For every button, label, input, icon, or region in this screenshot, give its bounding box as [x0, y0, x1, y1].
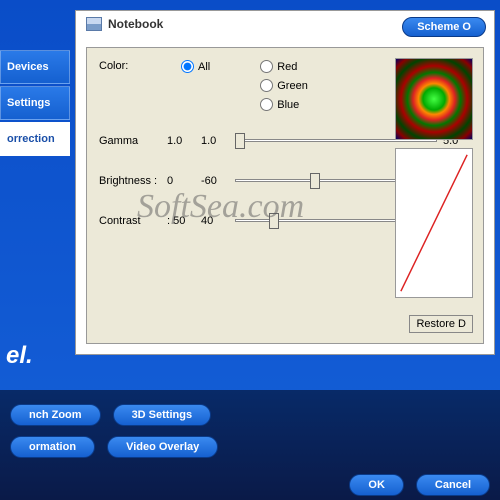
bottom-row-3: OK Cancel [10, 474, 490, 496]
curve-graph [395, 148, 473, 298]
gamma-thumb[interactable] [235, 133, 245, 149]
restore-button[interactable]: Restore D [409, 315, 473, 333]
bottom-bar: nch Zoom 3D Settings ormation Video Over… [0, 390, 500, 500]
scheme-button[interactable]: Scheme O [402, 17, 486, 37]
color-label: Color: [99, 60, 161, 72]
radio-green-label: Green [277, 80, 308, 92]
content-area: SoftSea.com Color: All Red [86, 47, 484, 344]
radio-red-input[interactable] [260, 60, 273, 73]
color-radio-group: Red Green Blue [260, 60, 308, 111]
brightness-value: 0 [167, 175, 195, 187]
radio-green-input[interactable] [260, 79, 273, 92]
radio-blue[interactable]: Blue [260, 98, 308, 111]
brightness-thumb[interactable] [310, 173, 320, 189]
notebook-icon [86, 17, 102, 31]
sidebar-item-correction[interactable]: orrection [0, 122, 70, 156]
ok-button[interactable]: OK [349, 474, 404, 496]
radio-red-label: Red [277, 61, 297, 73]
gamma-label: Gamma [99, 135, 161, 147]
launch-zoom-button[interactable]: nch Zoom [10, 404, 101, 426]
panel-title-text: Notebook [108, 17, 163, 31]
curve-svg [396, 149, 472, 297]
radio-blue-input[interactable] [260, 98, 273, 111]
bottom-row-1: nch Zoom 3D Settings [10, 404, 490, 426]
brightness-label: Brightness : [99, 175, 161, 187]
gamma-value: 1.0 [167, 135, 195, 147]
contrast-min: 40 [201, 215, 229, 227]
sidebar: Devices Settings orrection [0, 50, 70, 158]
radio-all-input[interactable] [181, 60, 194, 73]
contrast-label: Contrast [99, 215, 161, 227]
window: Media or Driver nobile Devices Settings … [0, 0, 500, 500]
sidebar-item-devices[interactable]: Devices [0, 50, 70, 84]
brand-logo: el. [6, 342, 33, 370]
main-panel: Notebook Scheme O SoftSea.com Color: All… [75, 10, 495, 355]
contrast-value: : 50 [167, 215, 195, 227]
brightness-min: -60 [201, 175, 229, 187]
contrast-thumb[interactable] [269, 213, 279, 229]
gamma-min: 1.0 [201, 135, 229, 147]
video-overlay-button[interactable]: Video Overlay [107, 436, 218, 458]
color-preview [395, 58, 473, 140]
radio-all[interactable]: All [181, 60, 210, 73]
bottom-row-2: ormation Video Overlay [10, 436, 490, 458]
radio-red[interactable]: Red [260, 60, 308, 73]
3d-settings-button[interactable]: 3D Settings [113, 404, 212, 426]
radio-green[interactable]: Green [260, 79, 308, 92]
sidebar-item-settings[interactable]: Settings [0, 86, 70, 120]
radio-blue-label: Blue [277, 99, 299, 111]
radio-all-label: All [198, 61, 210, 73]
information-button[interactable]: ormation [10, 436, 95, 458]
cancel-button[interactable]: Cancel [416, 474, 490, 496]
